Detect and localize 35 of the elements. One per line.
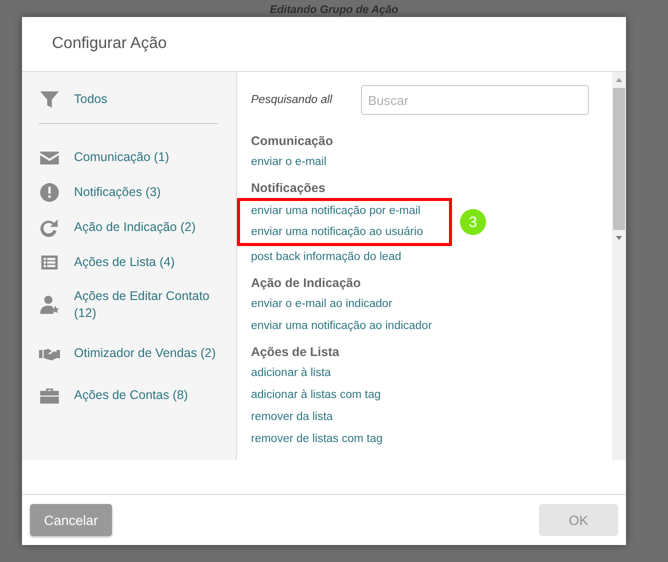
- cancel-button[interactable]: Cancelar: [30, 504, 112, 536]
- action-link[interactable]: enviar uma notificação ao usuário: [251, 222, 423, 243]
- section-heading: Comunicação: [251, 133, 334, 150]
- redo-arrow-icon: [39, 217, 60, 238]
- sidebar-item[interactable]: Ações de Editar Contato (12): [39, 280, 218, 329]
- step-badge: 3: [460, 209, 486, 235]
- action-link[interactable]: remover de listas com tag: [251, 428, 612, 450]
- filter-icon: [39, 88, 60, 110]
- action-link[interactable]: post back informação do lead: [251, 246, 612, 268]
- sidebar-item[interactable]: Todos: [39, 85, 218, 113]
- scroll-up-icon[interactable]: [615, 77, 623, 83]
- section-heading: Ação de Indicação: [251, 275, 362, 292]
- scrollbar[interactable]: [612, 72, 626, 460]
- sidebar-item[interactable]: Ações de Contas (8): [39, 378, 218, 413]
- action-link[interactable]: adicionar à lista: [251, 362, 612, 384]
- sidebar-item[interactable]: Ação de Indicação (2): [39, 210, 218, 245]
- scroll-down-icon[interactable]: [615, 235, 623, 241]
- sidebar-item[interactable]: Otimizador de Vendas (2): [39, 329, 218, 378]
- dialog-title: Configurar Ação: [52, 35, 167, 53]
- background-page-title: Editando Grupo de Ação: [270, 3, 398, 17]
- user-star-icon: [39, 294, 60, 315]
- action-link[interactable]: enviar uma notificação por e-mail: [251, 201, 423, 222]
- search-field[interactable]: Buscar: [361, 85, 589, 115]
- section-heading: Ações de Lista: [251, 344, 340, 361]
- action-link[interactable]: remover da lista: [251, 406, 612, 428]
- sidebar-item[interactable]: Comunicação (1): [39, 140, 218, 175]
- section-heading: Notificações: [251, 180, 326, 197]
- exclamation-circle-icon: [39, 182, 60, 203]
- sidebar-item[interactable]: Notificações (3): [39, 175, 218, 210]
- action-link[interactable]: adicionar à listas com tag: [251, 384, 612, 406]
- action-link[interactable]: enviar uma notificação ao indicador: [251, 315, 612, 337]
- search-label: Pesquisando all: [251, 94, 334, 106]
- action-link[interactable]: enviar o e-mail ao indicador: [251, 293, 612, 315]
- sidebar-item[interactable]: Ações de Lista (4): [39, 245, 218, 280]
- action-link[interactable]: enviar o e-mail: [251, 151, 612, 173]
